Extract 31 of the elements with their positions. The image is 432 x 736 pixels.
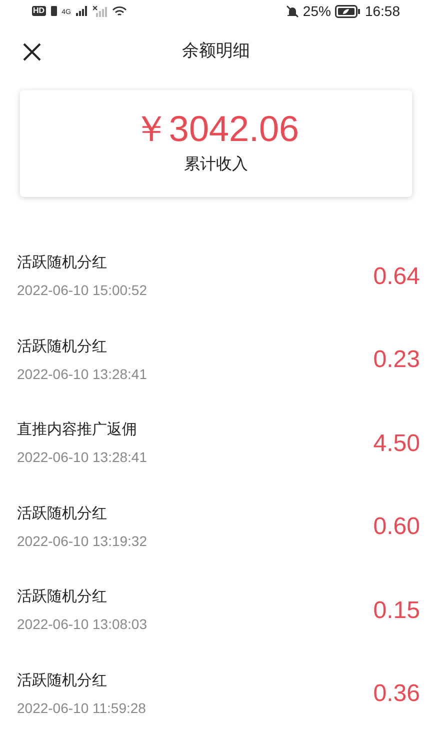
total-amount: ￥3042.06 — [132, 110, 300, 146]
record-amount: 0.60 — [373, 512, 420, 542]
record-time: 2022-06-10 13:08:03 — [17, 615, 147, 634]
record-time: 2022-06-10 13:19:32 — [17, 532, 147, 550]
bell-muted-icon — [286, 4, 299, 18]
wifi-icon — [112, 6, 127, 17]
record-title: 活跃随机分红 — [17, 338, 108, 356]
record-amount: 0.64 — [373, 262, 420, 292]
record-amount: 4.50 — [373, 428, 420, 459]
record-title: 直推内容推广返佣 — [17, 421, 138, 440]
signal-icon — [92, 6, 107, 17]
record-title: 活跃随机分红 — [17, 254, 108, 272]
battery-percent: 25% — [302, 2, 331, 21]
record-amount: 0.36 — [373, 679, 420, 710]
signal-icon — [76, 6, 88, 16]
record-title: 活跃随机分红 — [17, 504, 108, 523]
battery-icon — [334, 4, 361, 18]
hd-badge: HD — [32, 6, 46, 16]
record-amount: 0.15 — [373, 596, 420, 626]
record-time: 2022-06-10 15:00:52 — [17, 281, 147, 300]
record-title: 活跃随机分红 — [17, 588, 108, 606]
clock-time: 16:58 — [364, 2, 400, 21]
record-time: 2022-06-10 11:59:28 — [17, 698, 146, 717]
close-icon — [22, 42, 42, 62]
record-title: 活跃随机分红 — [17, 672, 108, 690]
record-time: 2022-06-10 13:28:41 — [17, 364, 147, 383]
sim-icon — [50, 6, 57, 16]
page-title: 余额明细 — [182, 40, 250, 62]
total-label: 累计收入 — [184, 154, 248, 174]
record-amount: 0.23 — [373, 345, 420, 376]
record-time: 2022-06-10 13:28:41 — [17, 448, 147, 466]
